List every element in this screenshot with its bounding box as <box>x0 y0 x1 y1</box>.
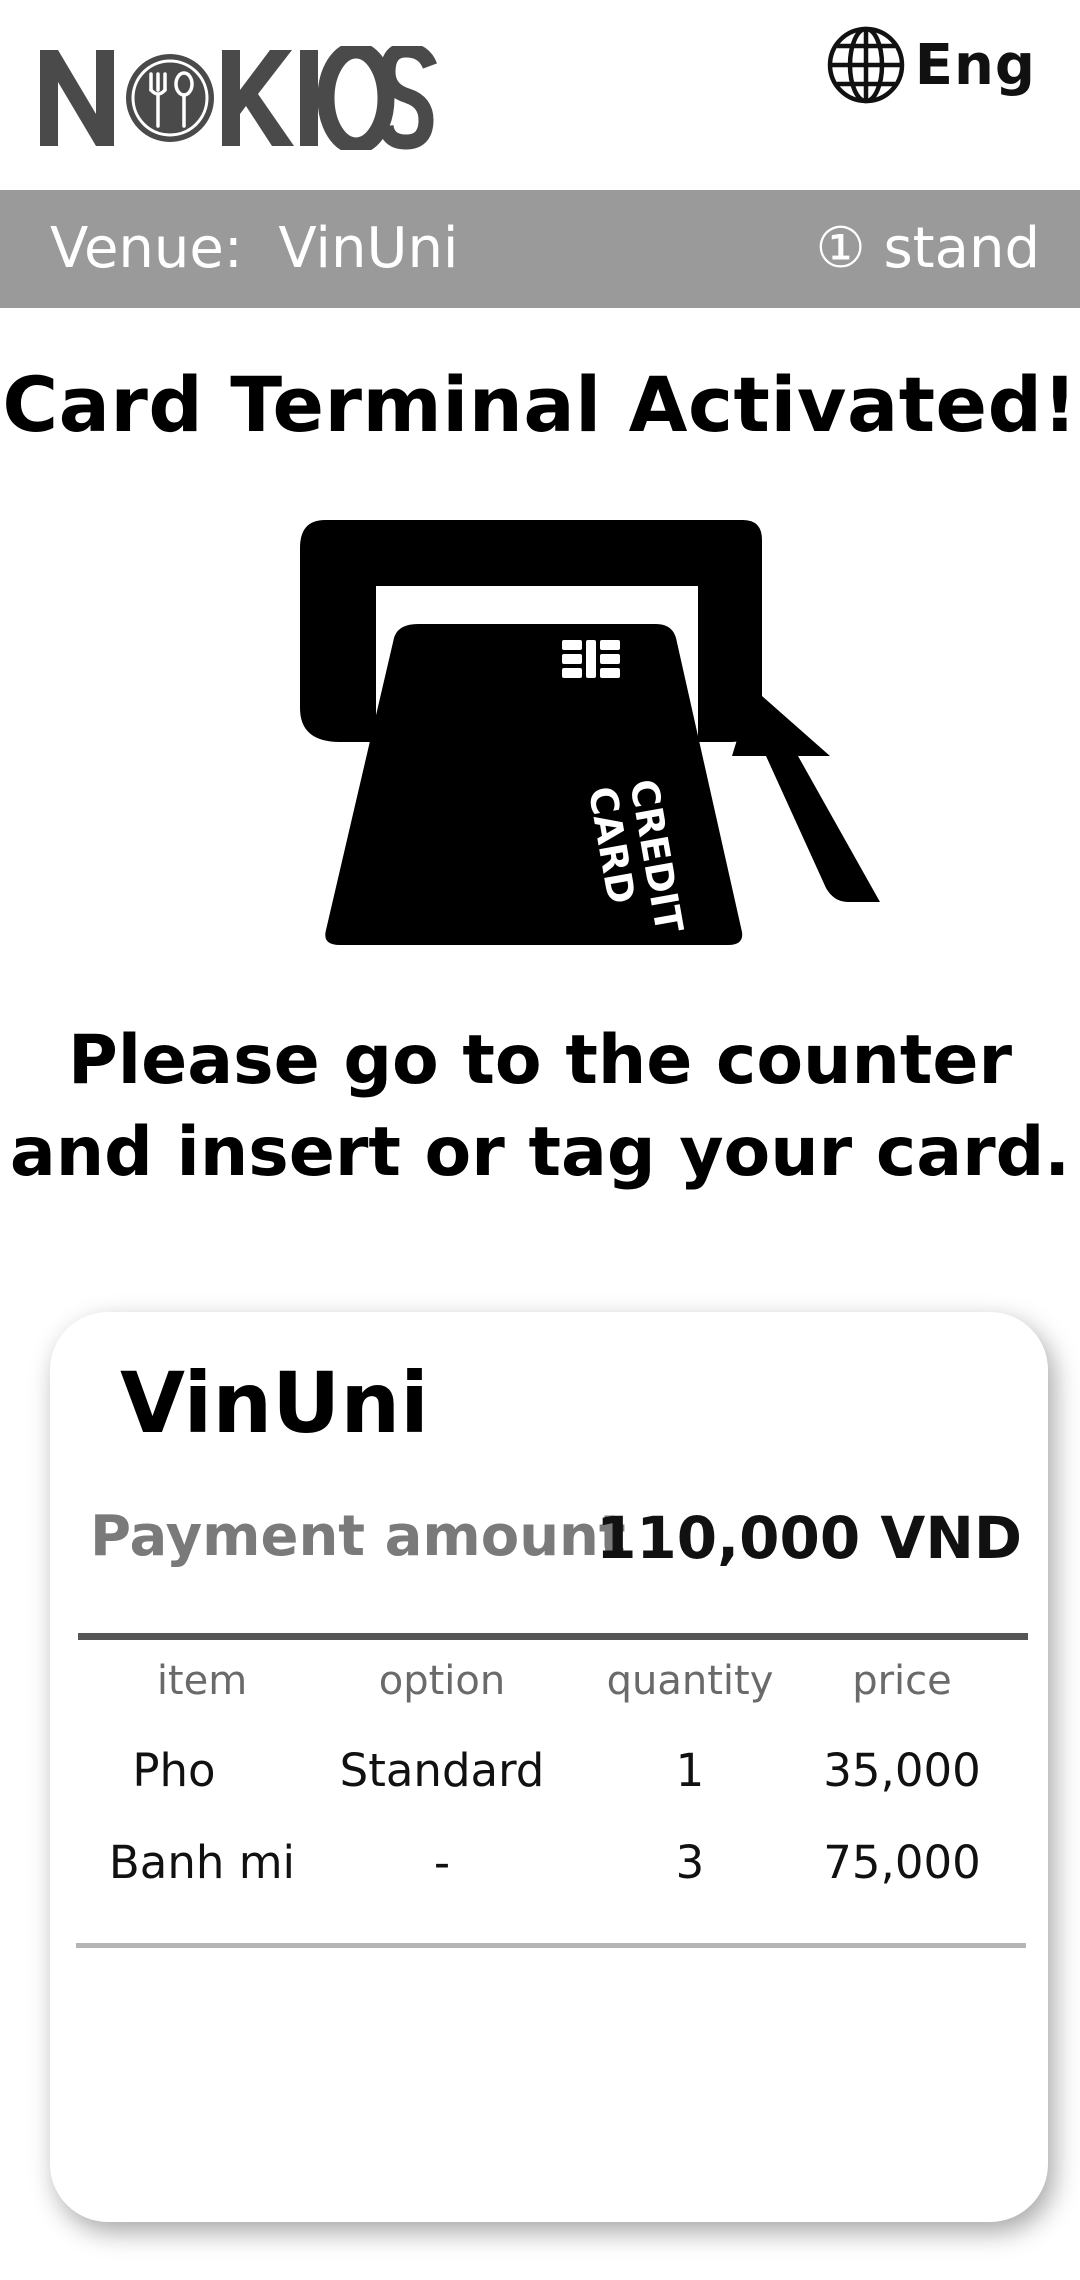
card-chip-icon <box>562 640 620 678</box>
item-option: - <box>433 1836 451 1889</box>
column-header-quantity: quantity <box>606 1658 774 1704</box>
item-price: 35,000 <box>823 1744 981 1797</box>
table-header-row: item option quantity price <box>50 1652 1048 1744</box>
globe-icon <box>827 26 905 104</box>
insert-arrow-icon <box>732 688 880 902</box>
summary-venue-name: VinUni <box>120 1354 429 1452</box>
card-insert-illustration: CREDIT CARD <box>300 520 880 945</box>
item-name: Banh mi <box>108 1836 296 1889</box>
app-header: Eng <box>0 0 1080 190</box>
item-option: Standard <box>339 1744 545 1797</box>
divider <box>78 1633 1028 1640</box>
order-summary-card: VinUni Payment amount 110,000 VND item o… <box>50 1312 1048 2222</box>
venue-label: Venue: VinUni <box>50 216 459 281</box>
instruction-line-1: Please go to the counter <box>67 1021 1013 1100</box>
stand-selector[interactable]: ① stand <box>816 190 1041 308</box>
item-price: 75,000 <box>823 1836 981 1889</box>
payment-amount-value: 110,000 VND <box>596 1504 1022 1572</box>
language-label: Eng <box>914 32 1036 98</box>
nokiosk-logo <box>40 46 438 150</box>
page-title: Card Terminal Activated! <box>2 360 1078 449</box>
column-header-item: item <box>156 1658 248 1704</box>
item-quantity: 1 <box>675 1744 705 1797</box>
venue-bar: Venue: VinUni ① stand <box>0 190 1080 308</box>
order-items-table: item option quantity price Pho Standard … <box>50 1652 1048 1928</box>
column-header-option: option <box>378 1658 506 1704</box>
table-row: Pho Standard 1 35,000 <box>50 1744 1048 1836</box>
column-header-price: price <box>852 1658 952 1704</box>
item-name: Pho <box>132 1744 216 1797</box>
divider <box>76 1943 1026 1948</box>
table-row: Banh mi - 3 75,000 <box>50 1836 1048 1928</box>
payment-amount-label: Payment amount <box>90 1504 626 1569</box>
language-selector[interactable]: Eng <box>825 20 1036 110</box>
instruction-text: Please go to the counter and insert or t… <box>0 1015 1080 1199</box>
instruction-line-2: and insert or tag your card. <box>9 1113 1071 1192</box>
item-quantity: 3 <box>675 1836 705 1889</box>
